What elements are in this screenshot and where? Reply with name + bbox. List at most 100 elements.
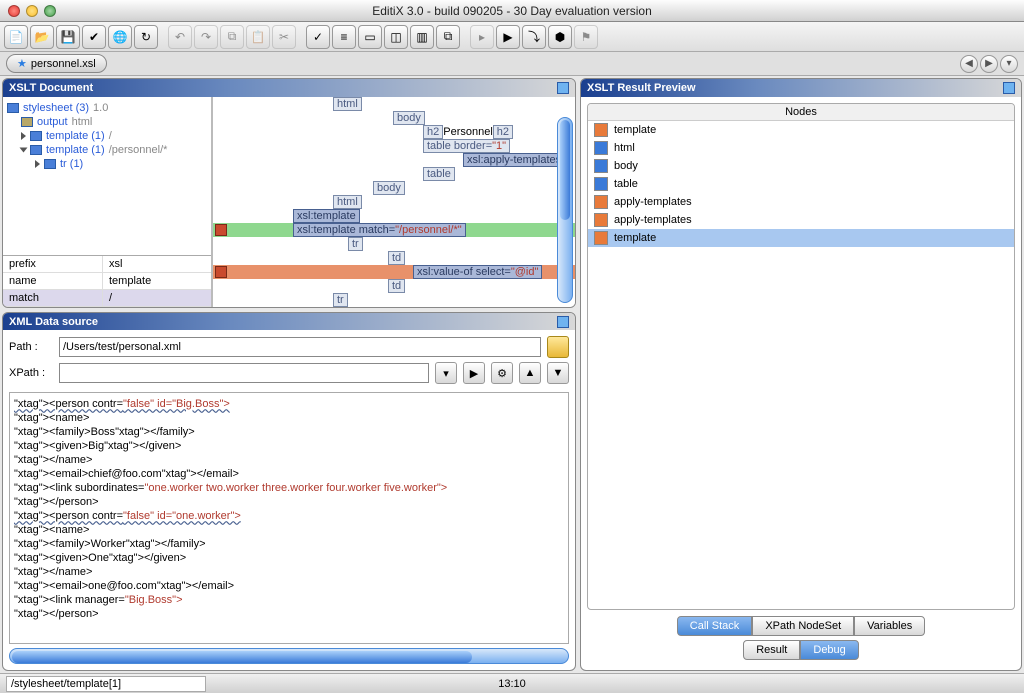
refresh-button[interactable]: ↻ [134, 25, 158, 49]
tab-next-button[interactable]: ▶ [980, 55, 998, 73]
node-row[interactable]: apply-templates [588, 193, 1014, 211]
segment-tab[interactable]: XPath NodeSet [752, 616, 854, 636]
path-input[interactable] [59, 337, 541, 357]
document-view[interactable]: htmlbodyh2Personnelh2table border="1"xsl… [213, 97, 575, 307]
node-row[interactable]: body [588, 157, 1014, 175]
segment-tab[interactable]: Debug [800, 640, 858, 660]
xpath-dropdown-button[interactable]: ▾ [435, 362, 457, 384]
segment-tab[interactable]: Call Stack [677, 616, 753, 636]
expand-arrow-icon[interactable] [21, 132, 26, 140]
xml-line[interactable]: "xtag"><name> [14, 411, 564, 425]
code-line[interactable]: html [213, 195, 575, 209]
xml-line[interactable]: "xtag"><family>Worker"xtag"></family> [14, 537, 564, 551]
xml-line[interactable]: "xtag"><name> [14, 523, 564, 537]
code-line[interactable]: html [213, 97, 575, 111]
xml-line[interactable]: "xtag"></name> [14, 565, 564, 579]
tree-item[interactable]: tr (1) [7, 157, 207, 171]
node-row[interactable]: template [588, 121, 1014, 139]
xml-source-view[interactable]: "xtag"><person contr="false" id="Big.Bos… [9, 392, 569, 644]
segment-tab[interactable]: Variables [854, 616, 925, 636]
code-line[interactable]: td [213, 251, 575, 265]
xml-line[interactable]: "xtag"><email>one@foo.com"xtag"></email> [14, 579, 564, 593]
outline-tree[interactable]: stylesheet (3) 1.0output htmltemplate (1… [3, 97, 211, 255]
xpath-down-button[interactable]: ▼ [547, 362, 569, 384]
xml-line[interactable]: "xtag"><link subordinates="one.worker tw… [14, 481, 564, 495]
code-line[interactable]: xsl:apply-templates [213, 153, 575, 167]
horizontal-scrollbar[interactable] [9, 648, 569, 664]
xml-line[interactable]: "xtag"></person> [14, 495, 564, 509]
code-line[interactable]: body [213, 111, 575, 125]
property-row[interactable]: prefixxsl [3, 256, 211, 273]
copy-button[interactable]: ⧉ [220, 25, 244, 49]
debug-over-button[interactable]: ⤵ [522, 25, 546, 49]
tree-item[interactable]: output html [7, 115, 207, 129]
xml-line[interactable]: "xtag"><person contr="false" id="one.wor… [14, 509, 564, 523]
xpath-input[interactable] [59, 363, 429, 383]
property-row[interactable]: nametemplate [3, 273, 211, 290]
xml-line[interactable]: "xtag"></person> [14, 607, 564, 621]
debug-step-button[interactable]: ▸ [470, 25, 494, 49]
code-line[interactable]: body [213, 181, 575, 195]
xpath-tool-button[interactable]: ⚙ [491, 362, 513, 384]
format-button[interactable]: ≡ [332, 25, 356, 49]
code-line[interactable]: table border="1" [213, 139, 575, 153]
nodes-list[interactable]: templatehtmlbodytableapply-templatesappl… [588, 121, 1014, 609]
save-button[interactable]: 💾 [56, 25, 80, 49]
cut-button[interactable]: ✂ [272, 25, 296, 49]
tab-prev-button[interactable]: ◀ [960, 55, 978, 73]
expand-arrow-icon[interactable] [35, 160, 40, 168]
xml-line[interactable]: "xtag"></name> [14, 453, 564, 467]
xml-line[interactable]: "xtag"><given>Big"xtag"></given> [14, 439, 564, 453]
node-row[interactable]: template [588, 229, 1014, 247]
tree-item[interactable]: template (1) /personnel/* [7, 143, 207, 157]
xml-line[interactable]: "xtag"><link manager="Big.Boss"> [14, 593, 564, 607]
code-line[interactable]: xsl:template match="/personnel/*" [213, 223, 575, 237]
check-icon[interactable]: ✓ [306, 25, 330, 49]
breakpoint-icon[interactable] [215, 266, 227, 278]
node-row[interactable]: html [588, 139, 1014, 157]
xml-line[interactable]: "xtag"><email>chief@foo.com"xtag"></emai… [14, 467, 564, 481]
split-v-button[interactable]: ◫ [384, 25, 408, 49]
code-line[interactable]: table [213, 167, 575, 181]
xml-line[interactable]: "xtag"><family>Boss"xtag"></family> [14, 425, 564, 439]
paste-button[interactable]: 📋 [246, 25, 270, 49]
file-tab[interactable]: ★ personnel.xsl [6, 54, 107, 73]
browse-button[interactable]: 🌐 [108, 25, 132, 49]
code-line[interactable]: xsl:template [213, 209, 575, 223]
code-line[interactable]: xsl:value-of select="@id" [213, 265, 575, 279]
node-row[interactable]: table [588, 175, 1014, 193]
split-h-button[interactable]: ▭ [358, 25, 382, 49]
tree-item[interactable]: template (1) / [7, 129, 207, 143]
debug-run-button[interactable]: ▶ [496, 25, 520, 49]
debug-stop-button[interactable]: ⬢ [548, 25, 572, 49]
new-file-button[interactable]: 📄 [4, 25, 28, 49]
status-path-input[interactable] [6, 676, 206, 692]
breakpoint-icon[interactable] [215, 224, 227, 236]
node-row[interactable]: apply-templates [588, 211, 1014, 229]
tab-menu-button[interactable]: ▾ [1000, 55, 1018, 73]
tree-item[interactable]: stylesheet (3) 1.0 [7, 101, 207, 115]
panes-button[interactable]: ▥ [410, 25, 434, 49]
open-file-button[interactable]: 📂 [30, 25, 54, 49]
browse-folder-button[interactable] [547, 336, 569, 358]
debug-marker-button[interactable]: ⚑ [574, 25, 598, 49]
xml-line[interactable]: "xtag"><given>One"xtag"></given> [14, 551, 564, 565]
undo-button[interactable]: ↶ [168, 25, 192, 49]
panel-toggle-icon[interactable] [557, 316, 569, 328]
panel-toggle-icon[interactable] [1003, 82, 1015, 94]
property-row[interactable]: match/ [3, 290, 211, 307]
validate-button[interactable]: ✔ [82, 25, 106, 49]
xpath-up-button[interactable]: ▲ [519, 362, 541, 384]
code-line[interactable]: tr [213, 293, 575, 307]
redo-button[interactable]: ↷ [194, 25, 218, 49]
code-line[interactable]: td [213, 279, 575, 293]
segment-tab[interactable]: Result [743, 640, 800, 660]
clone-button[interactable]: ⧉ [436, 25, 460, 49]
expand-arrow-icon[interactable] [20, 148, 28, 153]
xml-line[interactable]: "xtag"><person contr="false" id="Big.Bos… [14, 397, 564, 411]
code-line[interactable]: h2Personnelh2 [213, 125, 575, 139]
vertical-scrollbar[interactable] [557, 117, 573, 303]
code-line[interactable]: tr [213, 237, 575, 251]
panel-toggle-icon[interactable] [557, 82, 569, 94]
xpath-run-button[interactable]: ▶ [463, 362, 485, 384]
